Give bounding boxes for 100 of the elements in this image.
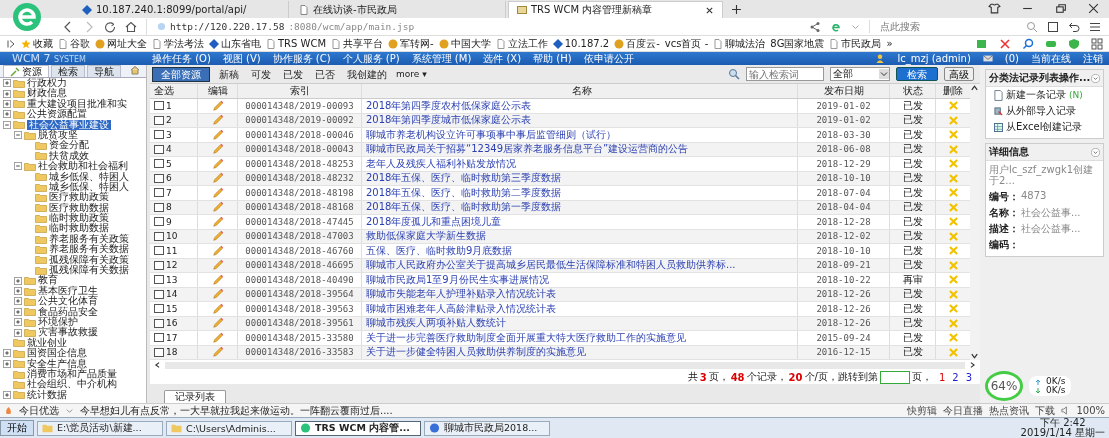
title-link[interactable]: 聊城市人民政府办公室关于提高城乡居民最低生活保障标准和特困人员救助供养标... (366, 258, 736, 273)
checkbox[interactable] (154, 130, 164, 140)
expander-icon[interactable] (14, 131, 22, 140)
delete-icon[interactable] (947, 304, 959, 314)
pencil-icon[interactable] (211, 288, 224, 301)
bookmark[interactable]: 百度云- (614, 36, 660, 51)
bookmark[interactable]: TRS WCM (266, 38, 327, 49)
expander-icon[interactable] (3, 79, 11, 88)
expander-icon[interactable] (3, 359, 11, 368)
network-speed-widget[interactable]: 0K/s 0K/s (1029, 376, 1072, 396)
title-link[interactable]: 老年人及残疾人福利补贴发放情况 (366, 156, 516, 171)
filter-tab[interactable]: 已发 (280, 67, 306, 81)
expander-icon[interactable] (3, 349, 11, 358)
tree-item[interactable]: 社会组织、中介机构 (27, 379, 118, 390)
tree-item[interactable]: 灾害事故救援 (38, 327, 99, 338)
reload-icon[interactable] (104, 20, 116, 33)
delete-icon[interactable] (947, 275, 959, 285)
column-header[interactable]: 发布日期 (798, 84, 890, 98)
horizontal-scrollbar[interactable] (165, 361, 965, 369)
expander-icon[interactable] (14, 307, 22, 316)
start-button[interactable]: 开始 (0, 420, 34, 436)
checkbox[interactable] (154, 188, 164, 198)
expander-icon[interactable] (14, 162, 22, 171)
browser-tab[interactable]: TRS WCM 内容管理新稿章 (508, 1, 723, 18)
checkbox[interactable] (154, 333, 164, 343)
collapse-icon[interactable] (1091, 147, 1100, 157)
title-link[interactable]: 聊城市民政局1至9月份民生实事进展情况 (366, 272, 549, 287)
action-link[interactable]: 从外部导入记录 (986, 103, 1103, 119)
scroll-down-icon[interactable] (970, 352, 979, 360)
sidebar-toggle-icon[interactable] (6, 38, 16, 49)
tree-item[interactable]: 教育 (38, 275, 59, 286)
bookmark[interactable]: 聊城法治 (713, 36, 766, 51)
title-link[interactable]: 关于进一步健全特困人员救助供养制度的实施意见 (366, 345, 586, 360)
pencil-icon[interactable] (211, 128, 224, 141)
restore-icon[interactable] (1054, 3, 1067, 14)
memory-gauge[interactable]: 64% (985, 371, 1023, 401)
shield-icon[interactable] (1068, 37, 1080, 50)
tree-item[interactable]: 扶贫成效 (49, 150, 90, 162)
scroll-left-icon[interactable] (153, 361, 162, 369)
pencil-icon[interactable] (211, 244, 224, 257)
share-icon[interactable] (809, 20, 821, 33)
column-header[interactable]: 索引 (238, 84, 362, 98)
pencil-icon[interactable] (211, 157, 224, 170)
delete-icon[interactable] (947, 159, 959, 169)
toolbar-link[interactable]: 下载 (1035, 403, 1056, 418)
checkbox[interactable] (154, 318, 164, 328)
tree-item[interactable]: 安全生产信息 (27, 358, 88, 369)
tree-item[interactable]: 就业创业 (27, 337, 68, 349)
filter-tab[interactable]: 已否 (312, 67, 338, 81)
browser-tab[interactable]: 10.187.240.1:8099/portal/api/ (74, 1, 289, 18)
menu-item[interactable]: 协作服务 (C) (272, 52, 331, 65)
title-link[interactable]: 聊城市残疾人两项补贴人数统计 (366, 316, 506, 331)
page-link[interactable]: 3 (965, 371, 972, 383)
delete-icon[interactable] (947, 130, 959, 140)
title-link[interactable]: 五保、医疗、临时救助9月底数据 (366, 243, 513, 258)
pencil-icon[interactable] (211, 230, 224, 243)
expander-icon[interactable] (14, 287, 22, 295)
toolbar-link[interactable]: 热点资讯 (989, 403, 1030, 418)
title-link[interactable]: 2018年第四季度农村低保家庭公示表 (366, 98, 532, 113)
column-header[interactable]: 状态 (890, 84, 936, 98)
title-link[interactable]: 聊城市养老机构设立许可事项事中事后监管细则（试行） (366, 127, 616, 142)
title-link[interactable]: 关于进一步完善医疗救助制度全面开展重大特大医疗救助工作的实施意见 (366, 330, 686, 345)
checkbox[interactable] (154, 115, 164, 125)
scroll-up-icon[interactable] (970, 84, 979, 92)
pencil-icon[interactable] (211, 99, 224, 112)
shirt-icon[interactable] (988, 3, 1001, 14)
menu-item[interactable]: 操作任务 (O) (152, 52, 211, 65)
title-link[interactable]: 聊城市民政局关于招募“12349居家养老服务信息平台”建设运营商的公告 (366, 142, 689, 157)
collapse-icon[interactable] (1091, 73, 1100, 83)
address-field[interactable]: http://120.220.17.58 :8080/wcm/app/main.jsp (146, 18, 800, 35)
tree-item[interactable]: 脱贫攻坚 (38, 129, 79, 141)
checkbox[interactable] (154, 101, 164, 111)
close-icon[interactable] (705, 5, 714, 15)
title-link[interactable]: 2018年第四季度城市低保家庭公示表 (366, 113, 532, 128)
news-headline[interactable]: 今早想妇儿有点反常，一大早就拉我起来做运动。一阵翻云覆雨过后.... (80, 403, 393, 418)
expander-icon[interactable] (14, 297, 22, 306)
menu-item[interactable]: 系统管理 (M) (411, 52, 472, 65)
tree-item[interactable]: 城乡低保、特困人 (49, 171, 130, 182)
menu-item[interactable]: 视图 (V) (222, 52, 261, 65)
search-icon[interactable] (1026, 20, 1038, 33)
clock[interactable]: 下午 2:42 2019/1/14 星期一 (1020, 418, 1105, 438)
column-header[interactable]: 删除 (936, 84, 970, 98)
menu-item[interactable]: 选件 (X) (483, 52, 522, 65)
checkbox[interactable] (154, 246, 164, 256)
column-header[interactable]: 名称 (362, 84, 798, 98)
title-link[interactable]: 救助低保家庭大学新生数据 (366, 229, 486, 244)
browser-tab[interactable]: 在线访谈-市民政局 (291, 1, 506, 18)
title-link[interactable]: 2018年五保、医疗、临时救助第三季度数据 (366, 171, 562, 186)
pencil-icon[interactable] (211, 114, 224, 127)
checkbox[interactable] (154, 159, 164, 169)
tree-item[interactable]: 公共资源配置 (27, 109, 88, 120)
menu-item[interactable]: 帮助 (H) (533, 52, 572, 65)
search-field[interactable]: 输入检索词 (746, 67, 824, 81)
pencil-icon[interactable] (211, 186, 224, 199)
expander-icon[interactable] (3, 89, 11, 98)
filter-tab[interactable]: 全部资源 (152, 66, 210, 82)
pencil-icon[interactable] (211, 201, 224, 214)
pencil-icon[interactable] (211, 215, 224, 228)
checkbox[interactable] (154, 231, 164, 241)
taskbar-item[interactable]: C:\Users\Adminis... (166, 420, 292, 436)
